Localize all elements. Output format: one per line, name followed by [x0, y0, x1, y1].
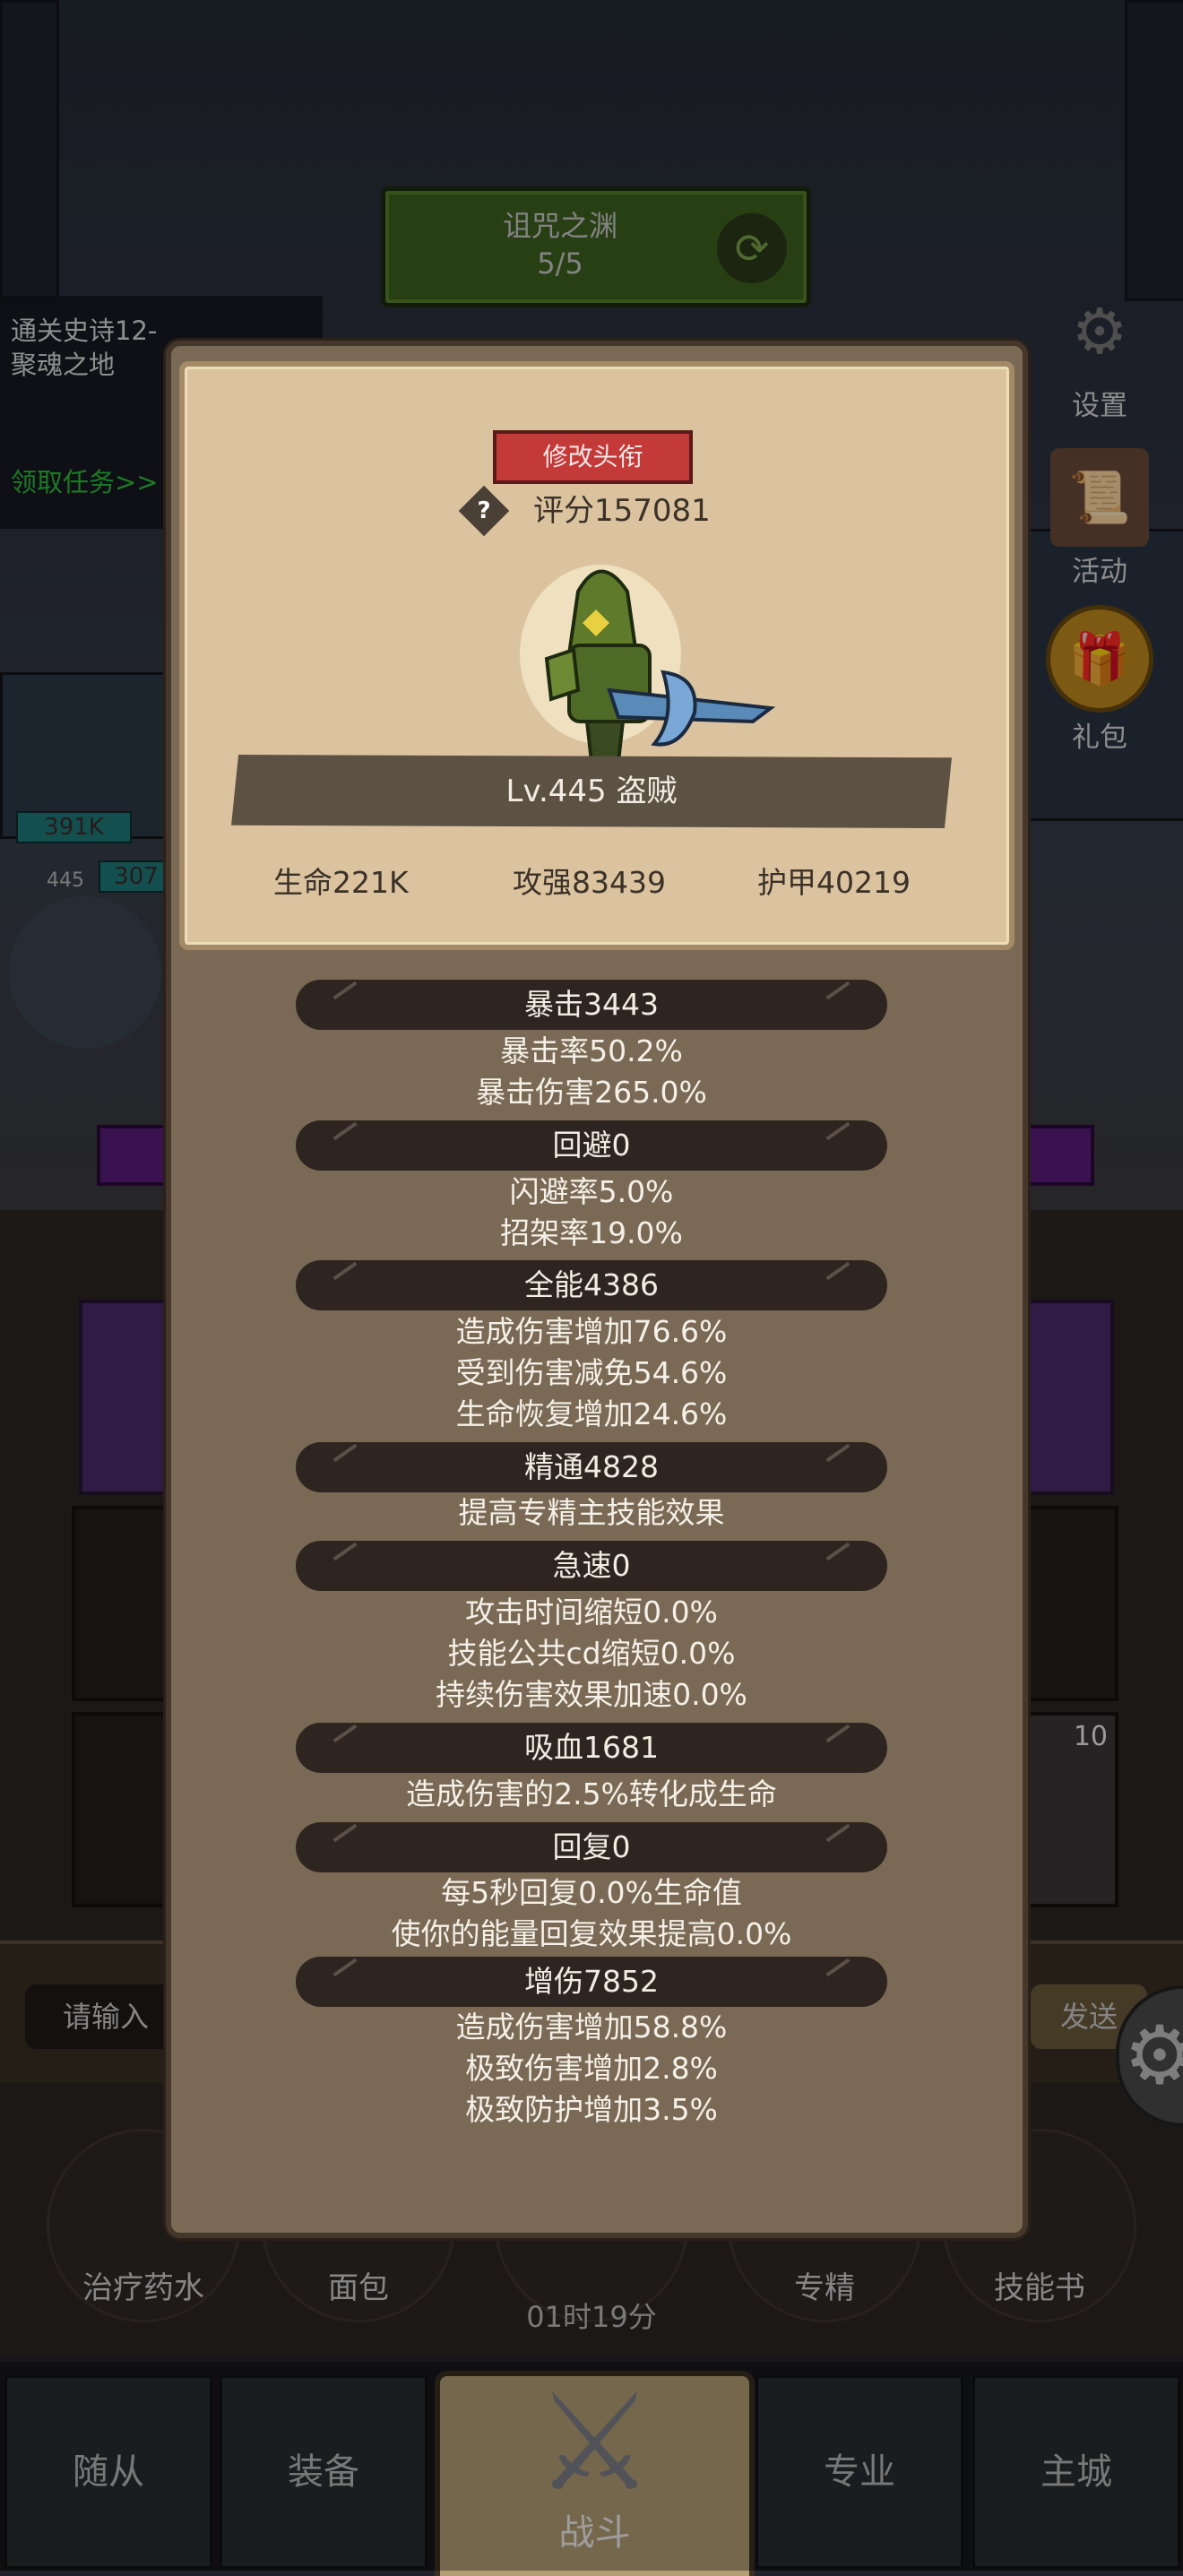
stat-line: 提高专精主技能效果 [458, 1495, 725, 1530]
stat-line: 使你的能量回复效果提高0.0% [391, 1916, 792, 1951]
stat-line: 造成伤害的2.5%转化成生命 [406, 1776, 777, 1811]
stat-section-header-avoidance: 回避0 [296, 1120, 887, 1171]
stat-attack-power: 攻强83439 [513, 865, 666, 900]
change-title-button[interactable]: 修改头衔 [493, 430, 693, 484]
stat-section-header-lifesteal: 吸血1681 [296, 1723, 887, 1773]
stat-section-header-versatility: 全能4386 [296, 1260, 887, 1310]
stat-line: 造成伤害增加76.6% [455, 1314, 728, 1349]
stat-line: 生命恢复增加24.6% [455, 1396, 728, 1431]
stat-armor: 护甲40219 [757, 865, 911, 900]
stat-section-header-haste: 急速0 [296, 1541, 887, 1591]
stat-hp: 生命221K [273, 865, 409, 900]
stat-line: 受到伤害减免54.6% [455, 1355, 728, 1390]
stat-line: 技能公共cd缩短0.0% [447, 1636, 736, 1671]
stat-section-header-regen: 回复0 [296, 1822, 887, 1872]
stat-line: 极致伤害增加2.8% [465, 2051, 718, 2086]
stat-line: 暴击率50.2% [500, 1033, 683, 1068]
score-text: 评分157081 [533, 493, 711, 529]
stat-section-header-crit: 暴击3443 [296, 980, 887, 1030]
stat-line: 造成伤害增加58.8% [455, 2010, 728, 2044]
character-portrait [520, 565, 776, 764]
stat-line: 攻击时间缩短0.0% [465, 1595, 718, 1629]
stat-line: 每5秒回复0.0%生命值 [441, 1875, 742, 1910]
stat-section-header-mastery: 精通4828 [296, 1442, 887, 1492]
score-row: ? 评分157081 [458, 485, 735, 537]
stat-line: 闪避率5.0% [509, 1174, 674, 1209]
stat-line: 持续伤害效果加速0.0% [436, 1677, 747, 1712]
stat-line: 招架率19.0% [500, 1215, 683, 1250]
stat-line: 极致防护增加3.5% [465, 2092, 718, 2127]
help-icon[interactable]: ? [466, 493, 502, 529]
stat-section-header-damage-bonus: 增伤7852 [296, 1957, 887, 2007]
stat-line: 暴击伤害265.0% [476, 1075, 707, 1110]
level-class-banner: Lv.445 盗贼 [231, 755, 952, 828]
